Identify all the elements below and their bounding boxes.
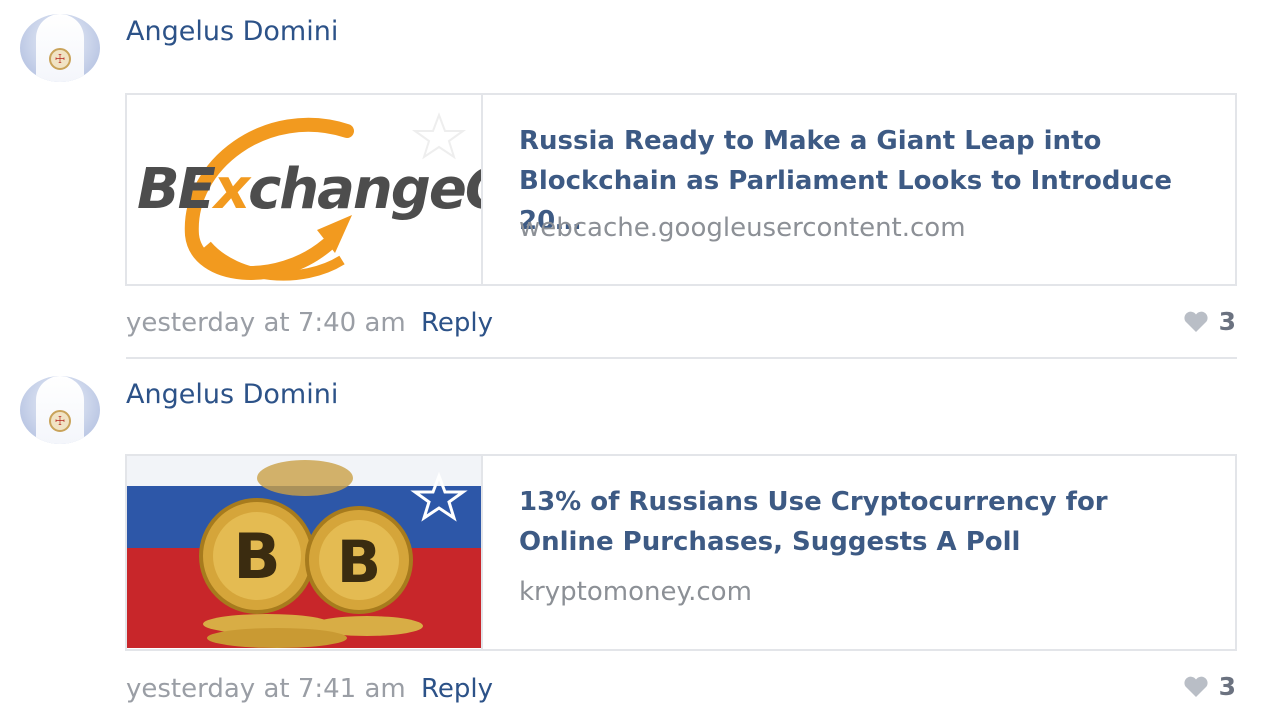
timestamp[interactable]: yesterday at 7:40 am (126, 308, 406, 338)
emblem-icon: ☩ (49, 410, 71, 432)
link-thumbnail[interactable]: B B (127, 456, 483, 649)
comment: ☩ Angelus Domini BExchangeG Russia Ready… (0, 0, 1280, 360)
like-button[interactable]: 3 (1183, 307, 1236, 336)
timestamp[interactable]: yesterday at 7:41 am (126, 674, 406, 704)
link-preview-card[interactable]: BExchangeG Russia Ready to Make a Giant … (125, 93, 1237, 286)
link-domain: webcache.googleusercontent.com (519, 213, 966, 243)
like-button[interactable]: 3 (1183, 672, 1236, 701)
star-icon (410, 471, 468, 522)
like-count: 3 (1218, 672, 1236, 701)
link-thumbnail[interactable]: BExchangeG (127, 95, 483, 284)
svg-text:B: B (337, 528, 381, 596)
author-name[interactable]: Angelus Domini (126, 16, 338, 47)
link-preview-card[interactable]: B B 13% of Russians Use Cryptocurrency f… (125, 454, 1237, 651)
link-domain: kryptomoney.com (519, 577, 752, 607)
avatar[interactable]: ☩ (20, 376, 100, 444)
divider (126, 357, 1237, 359)
like-count: 3 (1218, 307, 1236, 336)
svg-text:B: B (233, 520, 280, 593)
heart-icon (1184, 676, 1208, 697)
author-name[interactable]: Angelus Domini (126, 379, 338, 410)
emblem-icon: ☩ (49, 48, 71, 70)
coins-image: B B (199, 460, 468, 648)
reply-link[interactable]: Reply (421, 674, 493, 704)
link-title[interactable]: 13% of Russians Use Cryptocurrency for O… (519, 482, 1199, 562)
star-icon (411, 112, 467, 160)
comment: ☩ Angelus Domini B B 13% of Russians Use… (0, 362, 1280, 718)
avatar[interactable]: ☩ (20, 14, 100, 82)
reply-link[interactable]: Reply (421, 308, 493, 338)
heart-icon (1184, 311, 1208, 332)
logo-text: BExchangeG (137, 157, 483, 222)
